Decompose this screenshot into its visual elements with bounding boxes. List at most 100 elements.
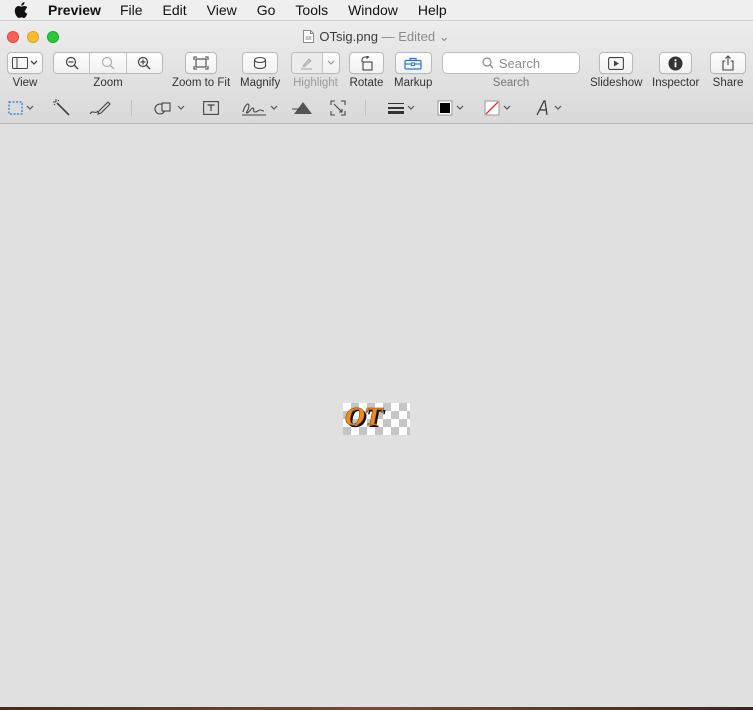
zoom-out-button[interactable]	[54, 53, 89, 73]
shape-style-button[interactable]	[388, 98, 415, 118]
edited-status: — Edited	[381, 29, 436, 44]
chevron-down-icon	[407, 105, 415, 110]
shapes-icon	[154, 102, 171, 115]
menu-file[interactable]: File	[110, 0, 153, 21]
menu-view[interactable]: View	[197, 0, 247, 21]
markup-label: Markup	[394, 77, 433, 89]
sketch-tool-button[interactable]	[89, 98, 111, 118]
zoom-in-button[interactable]	[125, 53, 162, 73]
resize-icon	[330, 100, 346, 116]
adjust-color-button[interactable]	[292, 98, 314, 118]
window-title[interactable]: OTsig.png — Edited ⌄	[0, 29, 753, 46]
actual-size-icon	[101, 56, 115, 70]
zoom-to-fit-button[interactable]	[185, 52, 218, 74]
magnify-tool: Magnify	[240, 52, 280, 89]
rotate-tool: Rotate	[349, 52, 384, 89]
text-tool-button[interactable]	[203, 98, 219, 118]
inspector-button[interactable]	[659, 52, 693, 74]
view-label: View	[12, 77, 38, 89]
share-tool: Share	[710, 52, 746, 89]
magnify-label: Magnify	[240, 77, 281, 89]
share-button[interactable]	[710, 52, 746, 74]
zoom-to-fit-tool: Zoom to Fit	[172, 52, 230, 89]
toolbox-icon	[404, 57, 422, 70]
title-chevron-icon[interactable]: ⌄	[439, 29, 450, 44]
selection-tool-button[interactable]	[8, 98, 34, 118]
ot-signature-image[interactable]: OT OT	[343, 403, 410, 435]
menu-preview[interactable]: Preview	[48, 0, 110, 21]
slideshow-tool: Slideshow	[590, 52, 642, 89]
rectangular-selection-icon	[8, 101, 23, 115]
markup-toolbar-button[interactable]	[394, 52, 432, 74]
highlight-segmented-control	[291, 52, 340, 74]
chevron-down-icon	[26, 105, 34, 110]
actual-size-button[interactable]	[89, 53, 125, 73]
rotate-button[interactable]	[349, 52, 384, 74]
view-button[interactable]	[7, 52, 43, 74]
prism-icon	[292, 102, 312, 114]
markup-tool: Markup	[394, 52, 432, 89]
magic-wand-icon	[53, 99, 70, 116]
apple-menu-icon[interactable]	[14, 2, 30, 18]
chevron-down-icon	[503, 105, 511, 110]
menu-help[interactable]: Help	[408, 0, 457, 21]
sidebar-view-icon	[12, 57, 38, 69]
ot-signature-artwork: OT OT	[345, 404, 386, 433]
preview-window: OTsig.png — Edited ⌄ View Zoom Zoom to F…	[0, 21, 753, 708]
loupe-icon	[254, 56, 267, 69]
inspector-tool: Inspector	[652, 52, 699, 89]
zoom-out-icon	[65, 56, 79, 70]
separator	[131, 100, 132, 116]
search-input[interactable]: Search	[442, 52, 580, 74]
markup-toolbar	[0, 92, 753, 124]
play-icon	[608, 56, 625, 70]
chevron-down-icon	[554, 105, 562, 110]
search-label: Search	[492, 77, 530, 89]
document-canvas[interactable]: OT OT	[0, 125, 753, 708]
menu-bar: Preview File Edit View Go Tools Window H…	[0, 0, 753, 21]
separator	[365, 100, 366, 116]
highlighter-icon	[300, 58, 312, 70]
highlight-button[interactable]	[292, 53, 322, 73]
chevron-down-icon	[456, 105, 464, 110]
png-file-icon	[303, 30, 315, 46]
zoom-in-icon	[138, 56, 151, 70]
adjust-size-button[interactable]	[330, 98, 346, 118]
menu-tools[interactable]: Tools	[285, 0, 338, 21]
slideshow-label: Slideshow	[590, 77, 643, 89]
border-color-icon	[437, 100, 453, 116]
zoom-tool: Zoom	[53, 52, 163, 89]
text-style-button[interactable]	[535, 98, 562, 118]
chevron-down-icon	[270, 105, 278, 110]
text-box-icon	[203, 101, 219, 115]
zoom-segmented-control	[53, 52, 163, 74]
signature-text: OT	[345, 404, 384, 431]
magnify-button[interactable]	[242, 52, 279, 74]
slideshow-button[interactable]	[599, 52, 634, 74]
file-name: OTsig.png	[319, 29, 378, 44]
shapes-button[interactable]	[154, 98, 185, 118]
title-bar: OTsig.png — Edited ⌄ View Zoom Zoom to F…	[0, 21, 753, 124]
menu-window[interactable]: Window	[338, 0, 408, 21]
line-weight-icon	[388, 103, 404, 114]
highlight-options-button[interactable]	[321, 53, 339, 73]
menu-edit[interactable]: Edit	[153, 0, 197, 21]
rotate-icon	[360, 55, 373, 71]
info-icon	[668, 56, 683, 70]
signature-icon	[242, 103, 266, 116]
highlight-label: Highlight	[293, 77, 338, 89]
instant-alpha-button[interactable]	[53, 98, 71, 118]
menu-go[interactable]: Go	[247, 0, 286, 21]
zoom-to-fit-label: Zoom to Fit	[172, 77, 231, 89]
signature-button[interactable]	[241, 98, 278, 118]
border-color-button[interactable]	[437, 98, 464, 118]
inspector-label: Inspector	[652, 77, 700, 89]
view-tool: View	[7, 52, 43, 89]
rotate-label: Rotate	[349, 77, 384, 89]
sketch-pen-icon	[89, 101, 111, 115]
share-label: Share	[712, 77, 744, 89]
share-icon	[722, 55, 734, 71]
fill-color-button[interactable]	[484, 98, 511, 118]
highlight-tool: Highlight	[291, 52, 340, 89]
chevron-down-icon	[177, 105, 185, 110]
